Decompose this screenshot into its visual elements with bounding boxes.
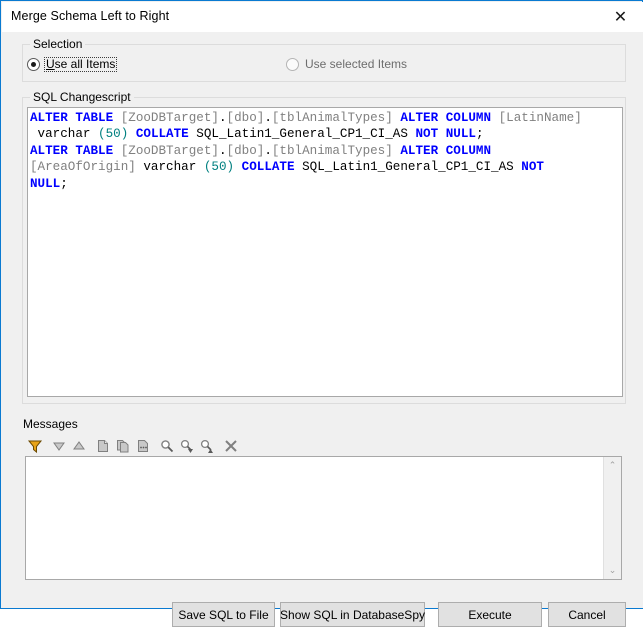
sql-token: ALTER COLUMN	[400, 143, 492, 158]
radio-use-selected-items: Use selected Items	[286, 56, 409, 72]
messages-toolbar-button-copy-with-children[interactable]	[133, 436, 152, 455]
messages-pane[interactable]: ⌃ ⌄	[25, 456, 622, 580]
next-message-icon	[51, 438, 67, 454]
toolbar-separator	[45, 436, 48, 455]
title-bar: Merge Schema Left to Right ✕	[2, 2, 643, 32]
sql-token: [tblAnimalTypes]	[271, 143, 393, 158]
sql-token: varchar	[135, 160, 204, 175]
radio-label-use-all-items: Use all Items	[44, 56, 118, 72]
sql-token: .	[218, 111, 227, 125]
messages-group-label: Messages	[23, 417, 81, 431]
find-previous-icon	[199, 438, 215, 454]
radio-accel-use-all-items: U	[46, 56, 55, 71]
radio-use-all-items[interactable]: Use all Items	[27, 56, 118, 72]
sql-token: SQL_Latin1_General_CP1_CI_AS	[188, 127, 416, 142]
sql-token: ;	[475, 127, 484, 142]
sql-token: .	[264, 111, 272, 125]
sql-token: [dbo]	[226, 111, 265, 125]
sql-line: [AreaOfOrigin] varchar (50) COLLATE SQL_…	[30, 159, 622, 175]
messages-toolbar	[25, 436, 622, 455]
find-icon	[159, 438, 175, 454]
sql-token: ;	[60, 176, 68, 191]
sql-token: [ZooDBTarget]	[120, 143, 219, 158]
sql-line: ALTER TABLE [ZooDBTarget].[dbo].[tblAnim…	[30, 143, 622, 159]
sql-token: ALTER TABLE	[30, 111, 121, 125]
sql-token: .	[264, 143, 272, 158]
show-sql-in-databasespy-button[interactable]: Show SQL in DatabaseSpy	[280, 602, 425, 627]
sql-changescript-editor[interactable]: ALTER TABLE [ZooDBTarget].[dbo].[tblAnim…	[27, 107, 623, 397]
sql-token: [ZooDBTarget]	[120, 111, 219, 125]
scroll-up-icon[interactable]: ⌃	[604, 457, 621, 474]
sql-token: [LatinName]	[498, 111, 582, 125]
sql-line: ALTER TABLE [ZooDBTarget].[dbo].[tblAnim…	[30, 110, 622, 126]
sql-line: varchar (50) COLLATE SQL_Latin1_General_…	[30, 126, 622, 142]
toolbar-separator	[153, 436, 156, 455]
sql-token: [AreaOfOrigin]	[30, 160, 136, 175]
messages-toolbar-button-find[interactable]	[157, 436, 176, 455]
find-next-icon	[179, 438, 195, 454]
messages-toolbar-button-next-message[interactable]	[49, 436, 68, 455]
messages-toolbar-button-find-previous[interactable]	[197, 436, 216, 455]
toolbar-separator	[89, 436, 92, 455]
messages-scrollbar[interactable]: ⌃ ⌄	[603, 457, 621, 579]
sql-token: (50)	[203, 160, 235, 175]
messages-toolbar-button-find-next[interactable]	[177, 436, 196, 455]
messages-toolbar-button-copy-all[interactable]	[113, 436, 132, 455]
dialog-body: Selection Use all Items Use selected Ite…	[2, 32, 643, 627]
sql-line: NULL;	[30, 176, 622, 192]
scroll-down-icon[interactable]: ⌄	[604, 562, 621, 579]
selection-group: Selection Use all Items Use selected Ite…	[22, 37, 626, 82]
copy-icon	[95, 438, 111, 454]
messages-toolbar-button-copy[interactable]	[93, 436, 112, 455]
sql-token: COLLATE	[241, 160, 295, 175]
sql-token: [tblAnimalTypes]	[271, 111, 393, 125]
radio-indicator-use-all-items[interactable]	[27, 57, 40, 71]
clear-icon	[223, 438, 239, 454]
close-button[interactable]: ✕	[598, 2, 643, 32]
filter-icon	[27, 438, 43, 454]
sql-token: SQL_Latin1_General_CP1_CI_AS	[294, 160, 522, 175]
messages-toolbar-button-filter[interactable]	[25, 436, 44, 455]
sql-token: ALTER TABLE	[30, 143, 121, 158]
sql-token: ALTER COLUMN	[400, 111, 492, 125]
messages-toolbar-button-previous-message[interactable]	[69, 436, 88, 455]
sql-token: NOT	[521, 160, 544, 175]
messages-group: Messages ⌃ ⌄	[22, 417, 626, 582]
sql-token: varchar	[30, 127, 99, 142]
toolbar-separator	[217, 436, 220, 455]
sql-changescript-group: SQL Changescript ALTER TABLE [ZooDBTarge…	[22, 90, 626, 404]
sql-token: (50)	[98, 127, 129, 142]
save-sql-to-file-button[interactable]: Save SQL to File	[172, 602, 275, 627]
radio-indicator-use-selected-items	[286, 57, 299, 71]
previous-message-icon	[71, 438, 87, 454]
window-title: Merge Schema Left to Right	[11, 9, 170, 23]
sql-changescript-group-label: SQL Changescript	[30, 90, 134, 104]
messages-toolbar-button-clear[interactable]	[221, 436, 240, 455]
copy-with-children-icon	[135, 438, 151, 454]
merge-schema-dialog: Merge Schema Left to Right ✕ Selection U…	[0, 0, 643, 627]
copy-all-icon	[115, 438, 131, 454]
radio-text-use-all-items: se all Items	[54, 56, 116, 71]
selection-group-label: Selection	[30, 37, 86, 51]
cancel-button[interactable]: Cancel	[548, 602, 626, 627]
sql-token: .	[218, 143, 227, 158]
sql-token: COLLATE	[135, 127, 189, 142]
sql-token: [dbo]	[226, 143, 265, 158]
sql-token: NOT NULL	[415, 127, 476, 142]
radio-label-use-selected-items: Use selected Items	[305, 56, 408, 71]
sql-token: NULL	[30, 176, 61, 191]
execute-button[interactable]: Execute	[438, 602, 542, 627]
close-icon: ✕	[613, 7, 628, 26]
